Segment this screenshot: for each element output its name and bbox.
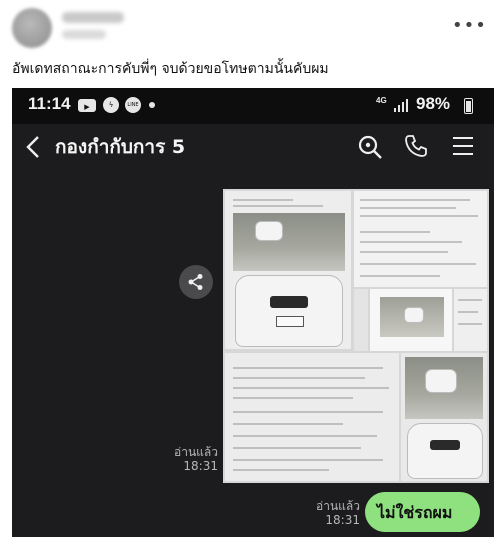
message-time: 18:31 bbox=[325, 513, 360, 527]
messenger-icon: ϟ bbox=[103, 97, 119, 113]
battery-percentage: 98% bbox=[416, 94, 451, 113]
menu-icon[interactable] bbox=[452, 136, 474, 156]
text-message-bubble[interactable]: ไม่ใช่รถผม bbox=[365, 492, 480, 532]
post-caption: อัพเดทสถาณะการคับพี่ๆ จบด้วยขอโทษตามนั้น… bbox=[12, 61, 329, 77]
search-icon[interactable] bbox=[357, 134, 383, 160]
message-time: 18:31 bbox=[183, 459, 218, 473]
youtube-icon: ▶ bbox=[78, 99, 96, 112]
blurred-author-name[interactable] bbox=[62, 12, 124, 23]
back-icon[interactable] bbox=[22, 134, 44, 160]
network-type: 4G bbox=[376, 96, 387, 105]
document-photo bbox=[225, 191, 351, 349]
message-text: ไม่ใช่รถผม bbox=[377, 503, 453, 522]
status-bar: 11:14 ▶ ϟ LINE 4G 98% bbox=[12, 88, 494, 124]
read-receipt: อ่านแล้ว 18:31 bbox=[162, 445, 218, 473]
document-photo bbox=[454, 289, 487, 351]
more-horizontal-icon[interactable]: ••• bbox=[452, 17, 486, 35]
document-photo bbox=[354, 289, 368, 351]
image-message[interactable] bbox=[223, 189, 489, 483]
read-label: อ่านแล้ว bbox=[316, 499, 360, 513]
document-photo bbox=[370, 289, 452, 351]
read-label: อ่านแล้ว bbox=[174, 445, 218, 459]
read-receipt: อ่านแล้ว 18:31 bbox=[304, 499, 360, 527]
chat-title: กองกำกับการ 5 bbox=[55, 136, 186, 158]
signal-icon bbox=[394, 99, 408, 112]
share-button[interactable] bbox=[179, 265, 213, 299]
share-icon bbox=[188, 274, 203, 290]
document-photo bbox=[225, 353, 399, 481]
battery-icon bbox=[464, 98, 473, 114]
line-app-icon: LINE bbox=[125, 97, 141, 113]
screenshot-image: 11:14 ▶ ϟ LINE 4G 98% กองกำกับการ 5 อ่าน… bbox=[12, 88, 494, 537]
document-photo bbox=[354, 191, 487, 287]
status-time: 11:14 bbox=[28, 94, 71, 113]
avatar[interactable] bbox=[12, 8, 52, 48]
chat-header: กองกำกับการ 5 bbox=[12, 124, 494, 186]
phone-icon[interactable] bbox=[404, 134, 428, 158]
dot-icon bbox=[149, 102, 155, 108]
post-header: ••• bbox=[0, 0, 494, 52]
document-photo bbox=[401, 353, 487, 481]
blurred-post-meta bbox=[62, 30, 106, 39]
